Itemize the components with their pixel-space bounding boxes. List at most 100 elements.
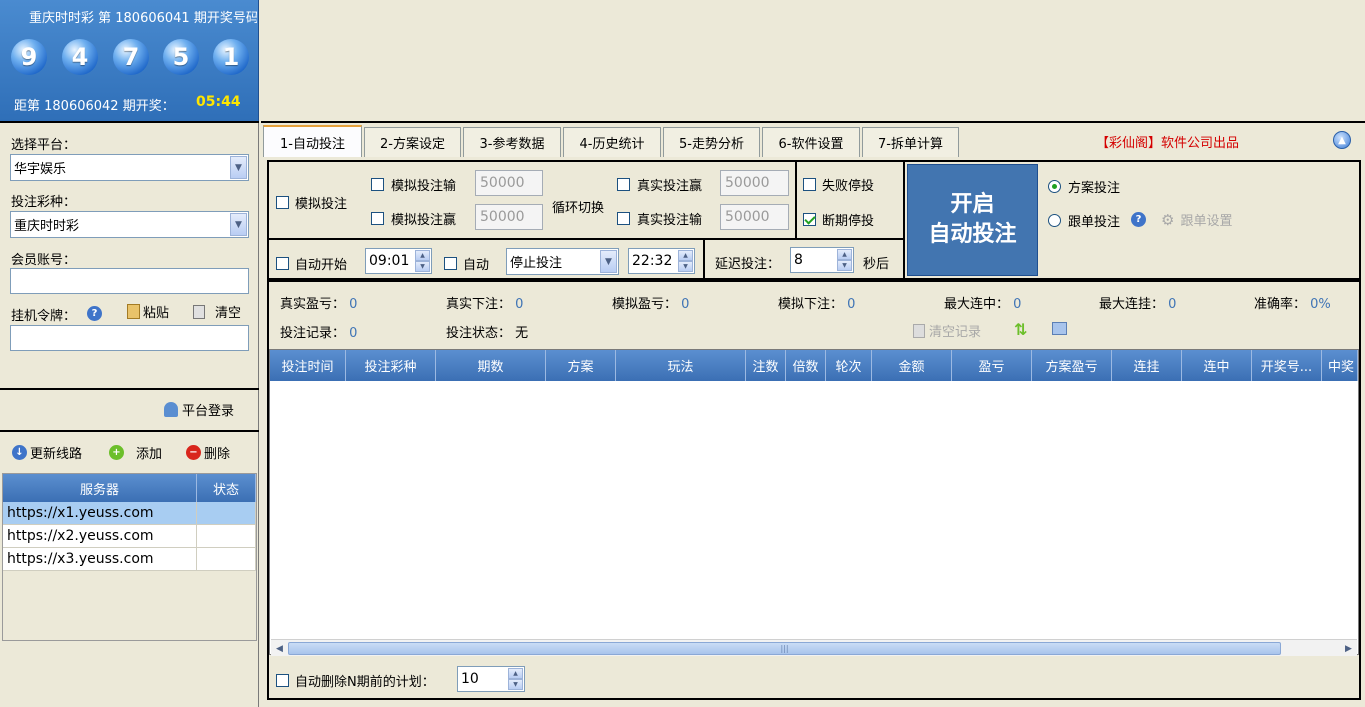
tab-split-calc[interactable]: 7-拆单计算 [862, 127, 959, 157]
platform-login-button[interactable]: 平台登录 [164, 400, 234, 419]
account-input[interactable] [10, 268, 249, 294]
checkbox-box[interactable] [371, 212, 384, 225]
chevron-down-icon[interactable]: ▼ [508, 679, 523, 690]
copy-icon[interactable] [1052, 322, 1067, 335]
tab-trend-analysis[interactable]: 5-走势分析 [663, 127, 760, 157]
scrollbar-thumb[interactable]: ||| [288, 642, 1281, 655]
tab-reference-data[interactable]: 3-参考数据 [463, 127, 561, 157]
clear-button[interactable]: 清空 [193, 302, 241, 321]
checkbox-box[interactable] [444, 257, 457, 270]
table-row[interactable]: https://x2.yeuss.com [3, 525, 256, 548]
column-header[interactable]: 方案盈亏 [1032, 350, 1112, 381]
sim-win-checkbox[interactable]: 模拟投注赢 [371, 209, 456, 228]
sim-lose-checkbox[interactable]: 模拟投注输 [371, 175, 456, 194]
column-header[interactable]: 期数 [436, 350, 546, 381]
plan-bet-radio[interactable]: 方案投注 [1048, 177, 1120, 196]
platform-select[interactable]: 华宇娱乐 ▼ [10, 154, 249, 181]
real-lose-input[interactable]: 50000 [720, 204, 789, 230]
auto-action-select[interactable]: 停止投注 ▼ [506, 248, 619, 275]
chevron-down-icon[interactable]: ▼ [837, 260, 852, 271]
column-header[interactable]: 盈亏 [952, 350, 1032, 381]
sim-win-label: 模拟投注赢 [391, 213, 457, 228]
sim-win-input[interactable]: 50000 [475, 204, 543, 230]
checkbox-box[interactable] [617, 212, 630, 225]
lottery-type-select[interactable]: 重庆时时彩 ▼ [10, 211, 249, 238]
delay-input[interactable]: 8 ▲ ▼ [790, 247, 854, 273]
sim-lose-input[interactable]: 50000 [475, 170, 543, 196]
column-header[interactable]: 连中 [1182, 350, 1252, 381]
fail-stop-checkbox[interactable]: 失败停投 [803, 175, 874, 194]
tab-auto-bet[interactable]: 1-自动投注 [263, 125, 362, 157]
spinner[interactable]: ▲ ▼ [678, 250, 693, 272]
arrow-up-icon[interactable]: ▲ [1333, 131, 1351, 149]
spinner[interactable]: ▲ ▼ [837, 249, 852, 271]
real-win-checkbox[interactable]: 真实投注赢 [617, 175, 702, 194]
chevron-right-icon[interactable]: ▶ [1341, 641, 1356, 656]
follow-settings-button[interactable]: ⚙ 跟单设置 [1161, 210, 1232, 230]
tab-software-settings[interactable]: 6-软件设置 [762, 127, 860, 157]
tab-plan-settings[interactable]: 2-方案设定 [364, 127, 461, 157]
checkbox-box[interactable] [803, 178, 816, 191]
column-header[interactable]: 注数 [746, 350, 786, 381]
auto-start-checkbox[interactable]: 自动开始 [276, 254, 347, 273]
real-lose-checkbox[interactable]: 真实投注输 [617, 209, 702, 228]
auto-delete-input[interactable]: 10 ▲ ▼ [457, 666, 525, 692]
update-route-button[interactable]: ↓ 更新线路 [12, 443, 82, 462]
start-auto-bet-button[interactable]: 开启 自动投注 [907, 164, 1038, 276]
tab-history-stats[interactable]: 4-历史统计 [563, 127, 661, 157]
help-icon[interactable]: ? [1131, 212, 1146, 227]
checkbox-box[interactable] [803, 213, 816, 226]
column-header[interactable]: 倍数 [786, 350, 826, 381]
column-header-status[interactable]: 状态 [197, 474, 256, 502]
start-time-input[interactable]: 09:01 ▲ ▼ [365, 248, 432, 274]
column-header[interactable]: 方案 [546, 350, 616, 381]
chevron-down-icon[interactable]: ▼ [415, 261, 430, 272]
spinner[interactable]: ▲ ▼ [508, 668, 523, 690]
column-header[interactable]: 开奖号... [1252, 350, 1322, 381]
break-stop-checkbox[interactable]: 断期停投 [803, 210, 874, 229]
delete-button[interactable]: − 删除 [186, 443, 230, 462]
checkbox-box[interactable] [276, 257, 289, 270]
help-icon[interactable]: ? [87, 306, 102, 321]
chevron-up-icon[interactable]: ▲ [837, 249, 852, 260]
clear-records-label: 清空记录 [929, 325, 982, 340]
chevron-up-icon[interactable]: ▲ [678, 250, 693, 261]
column-header-server[interactable]: 服务器 [3, 474, 197, 502]
sort-icon[interactable]: ⇅ [1014, 320, 1027, 339]
column-header[interactable]: 投注彩种 [346, 350, 436, 381]
radio-button[interactable] [1048, 180, 1061, 193]
table-row[interactable]: https://x1.yeuss.com [3, 502, 256, 525]
sim-bet-checkbox[interactable]: 模拟投注 [276, 193, 347, 212]
auto-delete-checkbox[interactable]: 自动删除N期前的计划： [276, 671, 435, 690]
chevron-down-icon[interactable]: ▼ [600, 250, 617, 273]
checkbox-box[interactable] [371, 178, 384, 191]
chevron-up-icon[interactable]: ▲ [415, 250, 430, 261]
column-header[interactable]: 轮次 [826, 350, 872, 381]
column-header[interactable]: 连挂 [1112, 350, 1182, 381]
real-win-input[interactable]: 50000 [720, 170, 789, 196]
column-header[interactable]: 玩法 [616, 350, 746, 381]
follow-bet-radio[interactable]: 跟单投注 [1048, 211, 1120, 230]
column-header[interactable]: 金额 [872, 350, 952, 381]
add-button[interactable]: + 添加 [109, 443, 162, 462]
auto-checkbox[interactable]: 自动 [444, 254, 489, 273]
column-header[interactable]: 投注时间 [270, 350, 346, 381]
clear-records-button[interactable]: 清空记录 [913, 321, 981, 340]
table-row[interactable]: https://x3.yeuss.com [3, 548, 256, 571]
checkbox-box[interactable] [276, 196, 289, 209]
chevron-down-icon[interactable]: ▼ [230, 156, 247, 179]
radio-button[interactable] [1048, 214, 1061, 227]
end-time-input[interactable]: 22:32 ▲ ▼ [628, 248, 695, 274]
chevron-left-icon[interactable]: ◀ [272, 641, 287, 656]
checkbox-box[interactable] [276, 674, 289, 687]
spinner[interactable]: ▲ ▼ [415, 250, 430, 272]
chevron-down-icon[interactable]: ▼ [678, 261, 693, 272]
checkbox-box[interactable] [617, 178, 630, 191]
chevron-down-icon[interactable]: ▼ [230, 213, 247, 236]
sim-profit-stat: 模拟盈亏： 0 [612, 293, 689, 312]
token-input[interactable] [10, 325, 249, 351]
horizontal-scrollbar[interactable]: ◀ ||| ▶ [271, 639, 1357, 656]
column-header[interactable]: 中奖 [1322, 350, 1358, 381]
paste-button[interactable]: 粘贴 [127, 302, 169, 321]
chevron-up-icon[interactable]: ▲ [508, 668, 523, 679]
